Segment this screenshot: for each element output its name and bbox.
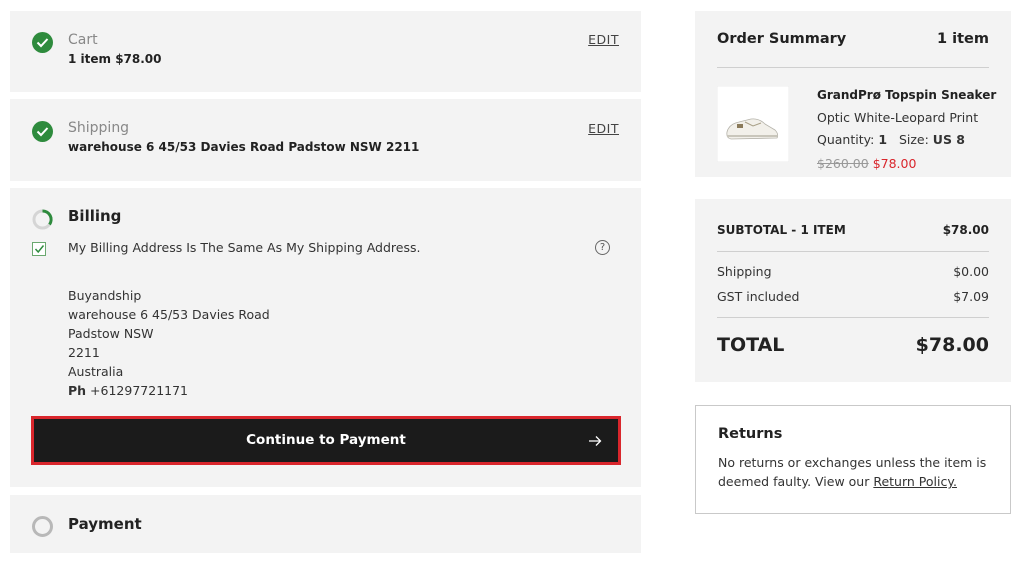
total-label: TOTAL <box>717 334 785 356</box>
shipping-label: Shipping <box>717 264 772 279</box>
shipping-step-title: Shipping <box>68 120 130 136</box>
divider <box>717 317 989 318</box>
quantity-value: 1 <box>878 132 888 147</box>
address-line2: Padstow NSW <box>68 326 154 341</box>
cart-step: Cart 1 item $78.00 EDIT <box>10 11 641 92</box>
same-address-label[interactable]: My Billing Address Is The Same As My Shi… <box>68 240 420 255</box>
billing-step: Billing My Billing Address Is The Same A… <box>10 188 641 487</box>
shipping-edit-link[interactable]: EDIT <box>588 121 619 136</box>
gst-value: $7.09 <box>953 289 989 304</box>
size-value: US 8 <box>932 132 965 147</box>
continue-to-payment-button[interactable]: Continue to Payment <box>31 416 621 465</box>
address-country: Australia <box>68 364 124 379</box>
phone-number: +61297721171 <box>90 383 189 398</box>
check-circle-icon <box>32 121 53 142</box>
address-postcode: 2211 <box>68 345 100 360</box>
total-value: $78.00 <box>915 334 989 356</box>
address-name: Buyandship <box>68 288 142 303</box>
arrow-right-icon <box>589 436 602 446</box>
empty-circle-icon <box>32 516 53 537</box>
shipping-step: Shipping warehouse 6 45/53 Davies Road P… <box>10 99 641 181</box>
billing-address: Buyandship warehouse 6 45/53 Davies Road… <box>68 286 270 400</box>
gst-label: GST included <box>717 289 800 304</box>
quantity-label: Quantity: <box>817 132 875 147</box>
billing-step-title: Billing <box>68 207 122 225</box>
divider <box>717 251 989 252</box>
returns-box: Returns No returns or exchanges unless t… <box>695 405 1011 514</box>
progress-ring-icon <box>32 209 53 230</box>
same-address-checkbox[interactable] <box>32 242 46 256</box>
cart-step-title: Cart <box>68 32 98 48</box>
returns-text: No returns or exchanges unless the item … <box>718 453 998 491</box>
check-circle-icon <box>32 32 53 53</box>
product-thumbnail[interactable] <box>716 85 790 163</box>
shipping-step-summary: warehouse 6 45/53 Davies Road Padstow NS… <box>68 140 420 154</box>
returns-title: Returns <box>718 426 783 442</box>
shipping-value: $0.00 <box>953 264 989 279</box>
order-totals: SUBTOTAL - 1 ITEM $78.00 Shipping $0.00 … <box>695 199 1011 382</box>
order-summary: Order Summary 1 item GrandPrø Topspin Sn… <box>695 11 1011 177</box>
cart-step-summary: 1 item $78.00 <box>68 52 162 66</box>
order-summary-title: Order Summary <box>717 31 847 47</box>
original-price: $260.00 <box>817 156 869 171</box>
payment-step: Payment <box>10 495 641 553</box>
divider <box>717 67 989 68</box>
sale-price: $78.00 <box>872 156 917 171</box>
order-item-count: 1 item <box>937 31 989 47</box>
product-color: Optic White-Leopard Print <box>817 110 979 125</box>
product-price: $260.00 $78.00 <box>817 156 916 171</box>
return-policy-link[interactable]: Return Policy. <box>873 474 957 489</box>
subtotal-value: $78.00 <box>942 223 989 237</box>
size-label: Size: <box>898 132 929 147</box>
product-name[interactable]: GrandPrø Topspin Sneaker <box>817 88 996 102</box>
payment-step-title: Payment <box>68 515 142 533</box>
product-quantity-size: Quantity: 1 Size: US 8 <box>817 132 965 147</box>
address-phone: Ph +61297721171 <box>68 381 270 400</box>
address-line1: warehouse 6 45/53 Davies Road <box>68 307 270 322</box>
phone-label: Ph <box>68 383 87 398</box>
continue-button-label: Continue to Payment <box>246 432 406 448</box>
question-circle-icon[interactable]: ? <box>595 240 610 255</box>
subtotal-label: SUBTOTAL - 1 ITEM <box>717 223 846 237</box>
cart-edit-link[interactable]: EDIT <box>588 32 619 47</box>
